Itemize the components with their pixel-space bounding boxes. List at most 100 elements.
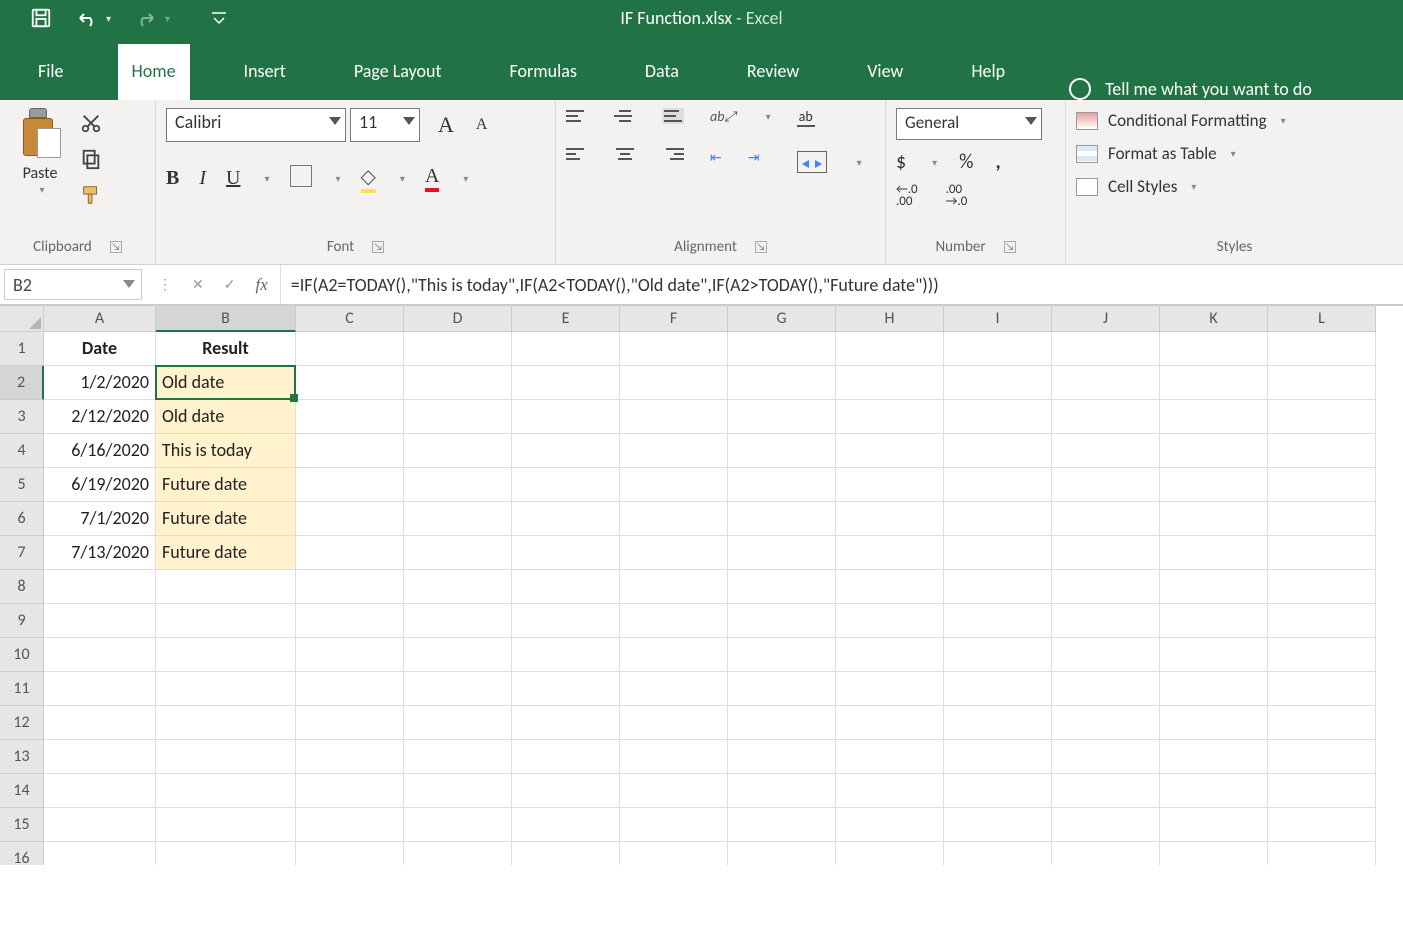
cell-D1[interactable] <box>404 332 512 366</box>
cell-K15[interactable] <box>1160 808 1268 842</box>
tab-page-layout[interactable]: Page Layout <box>340 44 456 100</box>
cell-H3[interactable] <box>836 400 944 434</box>
formula-options-icon[interactable]: ⋮ <box>158 276 172 293</box>
cell-J6[interactable] <box>1052 502 1160 536</box>
cell-I13[interactable] <box>944 740 1052 774</box>
cell-J8[interactable] <box>1052 570 1160 604</box>
cell-I5[interactable] <box>944 468 1052 502</box>
cell-I8[interactable] <box>944 570 1052 604</box>
cell-K12[interactable] <box>1160 706 1268 740</box>
cell-E13[interactable] <box>512 740 620 774</box>
col-header-C[interactable]: C <box>296 306 404 332</box>
align-right-icon[interactable] <box>662 148 684 160</box>
cell-E14[interactable] <box>512 774 620 808</box>
cell-D4[interactable] <box>404 434 512 468</box>
cell-K6[interactable] <box>1160 502 1268 536</box>
cell-D10[interactable] <box>404 638 512 672</box>
cell-L3[interactable] <box>1268 400 1376 434</box>
font-dialog-launcher[interactable]: ↘ <box>372 241 384 253</box>
cell-E2[interactable] <box>512 366 620 400</box>
align-center-icon[interactable] <box>614 148 636 160</box>
wrap-text-icon[interactable]: ab <box>797 108 815 127</box>
accounting-format-icon[interactable]: $ <box>896 150 906 174</box>
cell-L8[interactable] <box>1268 570 1376 604</box>
cell-B8[interactable] <box>156 570 296 604</box>
cell-K4[interactable] <box>1160 434 1268 468</box>
formula-input[interactable] <box>281 265 1403 304</box>
align-top-icon[interactable] <box>566 110 588 122</box>
cell-J2[interactable] <box>1052 366 1160 400</box>
cell-G15[interactable] <box>728 808 836 842</box>
alignment-dialog-launcher[interactable]: ↘ <box>755 241 767 253</box>
cell-K11[interactable] <box>1160 672 1268 706</box>
cell-G9[interactable] <box>728 604 836 638</box>
cell-F2[interactable] <box>620 366 728 400</box>
cell-H13[interactable] <box>836 740 944 774</box>
cell-J13[interactable] <box>1052 740 1160 774</box>
cell-J10[interactable] <box>1052 638 1160 672</box>
cell-D14[interactable] <box>404 774 512 808</box>
cell-C1[interactable] <box>296 332 404 366</box>
cell-B16[interactable] <box>156 842 296 865</box>
font-size-selector[interactable]: 11 <box>350 108 420 142</box>
cell-H2[interactable] <box>836 366 944 400</box>
cell-K7[interactable] <box>1160 536 1268 570</box>
redo-icon[interactable]: ▾ <box>133 8 170 28</box>
percent-format-icon[interactable]: % <box>959 150 973 174</box>
clipboard-dialog-launcher[interactable]: ↘ <box>110 241 122 253</box>
cell-A11[interactable] <box>44 672 156 706</box>
cell-B11[interactable] <box>156 672 296 706</box>
cell-D9[interactable] <box>404 604 512 638</box>
row-header-11[interactable]: 11 <box>0 672 44 706</box>
grow-font-icon[interactable]: A <box>438 112 454 138</box>
cell-A12[interactable] <box>44 706 156 740</box>
worksheet-grid[interactable]: ABCDEFGHIJKL 12345678910111213141516 Dat… <box>0 305 1403 865</box>
cell-A8[interactable] <box>44 570 156 604</box>
cell-K13[interactable] <box>1160 740 1268 774</box>
cell-I1[interactable] <box>944 332 1052 366</box>
conditional-formatting-button[interactable]: Conditional Formatting▾ <box>1076 110 1286 131</box>
row-header-15[interactable]: 15 <box>0 808 44 842</box>
col-header-J[interactable]: J <box>1052 306 1160 332</box>
cell-I10[interactable] <box>944 638 1052 672</box>
cell-D7[interactable] <box>404 536 512 570</box>
cell-G14[interactable] <box>728 774 836 808</box>
row-header-7[interactable]: 7 <box>0 536 44 570</box>
copy-icon[interactable] <box>80 148 102 174</box>
cell-A2[interactable]: 1/2/2020 <box>44 366 156 400</box>
cell-G4[interactable] <box>728 434 836 468</box>
undo-icon[interactable]: ▾ <box>74 8 111 28</box>
cell-L11[interactable] <box>1268 672 1376 706</box>
cell-B1[interactable]: Result <box>156 332 296 366</box>
cell-F9[interactable] <box>620 604 728 638</box>
cell-G5[interactable] <box>728 468 836 502</box>
cell-B6[interactable]: Future date <box>156 502 296 536</box>
cell-C9[interactable] <box>296 604 404 638</box>
cell-A14[interactable] <box>44 774 156 808</box>
cell-B4[interactable]: This is today <box>156 434 296 468</box>
fill-color-icon[interactable]: ◇ <box>361 164 376 193</box>
cell-C11[interactable] <box>296 672 404 706</box>
cell-A10[interactable] <box>44 638 156 672</box>
cell-J15[interactable] <box>1052 808 1160 842</box>
cell-I2[interactable] <box>944 366 1052 400</box>
cell-H10[interactable] <box>836 638 944 672</box>
cell-I4[interactable] <box>944 434 1052 468</box>
cell-C2[interactable] <box>296 366 404 400</box>
cell-E1[interactable] <box>512 332 620 366</box>
number-format-selector[interactable]: General <box>896 108 1042 140</box>
cell-D13[interactable] <box>404 740 512 774</box>
align-bottom-icon[interactable] <box>662 108 684 124</box>
col-header-D[interactable]: D <box>404 306 512 332</box>
cell-I11[interactable] <box>944 672 1052 706</box>
font-color-icon[interactable]: A <box>425 165 439 192</box>
cell-E15[interactable] <box>512 808 620 842</box>
increase-decimal-icon[interactable]: ←.0 .00 <box>896 184 918 208</box>
cell-K8[interactable] <box>1160 570 1268 604</box>
cell-J16[interactable] <box>1052 842 1160 865</box>
cell-J5[interactable] <box>1052 468 1160 502</box>
tab-data[interactable]: Data <box>631 44 693 100</box>
cell-A1[interactable]: Date <box>44 332 156 366</box>
cell-F13[interactable] <box>620 740 728 774</box>
cell-K16[interactable] <box>1160 842 1268 865</box>
